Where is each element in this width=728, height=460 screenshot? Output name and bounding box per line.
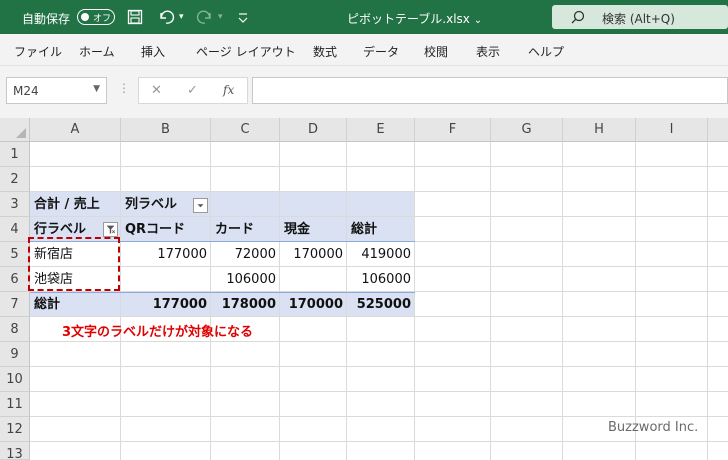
row-header-3[interactable]: 3 xyxy=(0,192,30,217)
toggle-knob xyxy=(81,13,89,21)
undo-dropdown-icon[interactable]: ▾ xyxy=(179,8,184,26)
row-header-7[interactable]: 7 xyxy=(0,292,30,317)
row-header-12[interactable]: 12 xyxy=(0,417,30,442)
tab-file[interactable]: ファイル xyxy=(14,43,62,60)
select-all-button[interactable] xyxy=(0,118,30,142)
row-labels-filter-button[interactable] xyxy=(103,222,118,237)
cancel-icon[interactable]: ✕ xyxy=(151,83,162,98)
chevron-down-icon: ⌄ xyxy=(473,15,483,26)
column-header-f[interactable]: F xyxy=(415,118,491,142)
watermark: Buzzword Inc. xyxy=(608,420,699,435)
row-header-5[interactable]: 5 xyxy=(0,242,30,267)
document-title[interactable]: ピボットテーブル.xlsx ⌄ xyxy=(347,10,482,27)
pivot-column-labels[interactable]: 列ラベル xyxy=(125,192,177,217)
column-header-c[interactable]: C xyxy=(211,118,280,142)
formula-input[interactable] xyxy=(252,77,728,104)
pivot-total-cell[interactable]: 170000 xyxy=(280,292,343,317)
pivot-cell[interactable]: 170000 xyxy=(280,242,343,267)
pivot-total-cell[interactable]: 177000 xyxy=(121,292,207,317)
row-header-2[interactable]: 2 xyxy=(0,167,30,192)
row-header-10[interactable]: 10 xyxy=(0,367,30,392)
gridline xyxy=(30,366,728,367)
gridline xyxy=(562,142,563,460)
gridline xyxy=(30,416,728,417)
tab-data[interactable]: データ xyxy=(363,43,399,60)
column-header-d[interactable]: D xyxy=(280,118,347,142)
highlight-box xyxy=(28,237,120,291)
tab-help[interactable]: ヘルプ xyxy=(528,43,564,60)
pivot-cell[interactable]: 106000 xyxy=(211,267,276,292)
search-label: 検索 (Alt+Q) xyxy=(602,12,675,26)
pivot-col-header-total[interactable]: 総計 xyxy=(351,217,377,242)
select-all-icon xyxy=(16,128,26,138)
column-header-e[interactable]: E xyxy=(347,118,415,142)
tab-home[interactable]: ホーム xyxy=(79,43,115,60)
ribbon-tabs: ファイル ホーム 挿入 ページ レイアウト 数式 データ 校閲 表示 ヘルプ xyxy=(0,34,728,66)
gridline xyxy=(414,142,415,460)
tab-view[interactable]: 表示 xyxy=(476,43,500,60)
pivot-col-header-qr[interactable]: QRコード xyxy=(125,217,185,242)
pivot-value-label[interactable]: 合計 / 売上 xyxy=(34,192,100,217)
pivot-col-header-card[interactable]: カード xyxy=(215,217,254,242)
name-box-dropdown-icon[interactable]: ▼ xyxy=(93,84,100,94)
pivot-cell[interactable]: 72000 xyxy=(211,242,276,267)
name-box-value: M24 xyxy=(13,84,39,98)
redo-dropdown-icon[interactable]: ▾ xyxy=(218,8,223,26)
column-header-i[interactable]: I xyxy=(636,118,708,142)
pivot-total-cell[interactable]: 525000 xyxy=(347,292,411,317)
redo-icon[interactable] xyxy=(196,8,214,26)
row-header-4[interactable]: 4 xyxy=(0,217,30,242)
formula-bar: M24 ▼ ⋮ ✕ ✓ fx xyxy=(0,66,728,118)
gridline xyxy=(30,166,728,167)
autosave-state: オフ xyxy=(93,14,112,24)
tab-page-layout[interactable]: ページ レイアウト xyxy=(196,43,296,60)
column-header-j[interactable] xyxy=(708,118,728,142)
spreadsheet-grid[interactable]: A B C D E F G H I 1 2 3 4 5 6 7 8 9 10 1… xyxy=(0,118,728,460)
save-icon[interactable] xyxy=(127,8,143,26)
annotation-text: 3文字のラベルだけが対象になる xyxy=(62,325,254,340)
tab-formulas[interactable]: 数式 xyxy=(313,43,337,60)
column-labels-dropdown-button[interactable] xyxy=(193,198,208,213)
customize-toolbar-icon[interactable] xyxy=(237,8,249,26)
row-header-11[interactable]: 11 xyxy=(0,392,30,417)
row-header-8[interactable]: 8 xyxy=(0,317,30,342)
pivot-total-label[interactable]: 総計 xyxy=(34,292,60,317)
formula-buttons: ✕ ✓ fx xyxy=(138,77,248,104)
pivot-cell[interactable]: 419000 xyxy=(347,242,411,267)
tab-review[interactable]: 校閲 xyxy=(424,43,448,60)
pivot-cell[interactable] xyxy=(280,267,343,292)
name-box[interactable]: M24 ▼ xyxy=(6,77,107,104)
gridline xyxy=(30,441,728,442)
title-bar: 自動保存 オフ ▾ ▾ ピボットテーブル.xlsx ⌄ 検索 (Alt+Q) xyxy=(0,0,728,34)
pivot-cell[interactable]: 177000 xyxy=(121,242,207,267)
formula-bar-grip-icon[interactable]: ⋮ xyxy=(118,81,130,95)
row-header-1[interactable]: 1 xyxy=(0,142,30,167)
enter-icon[interactable]: ✓ xyxy=(187,83,198,98)
insert-function-icon[interactable]: fx xyxy=(223,83,234,97)
row-header-9[interactable]: 9 xyxy=(0,342,30,367)
column-header-h[interactable]: H xyxy=(563,118,636,142)
search-icon xyxy=(571,10,585,24)
pivot-cell[interactable]: 106000 xyxy=(347,267,411,292)
autosave-toggle[interactable]: オフ xyxy=(77,9,115,25)
column-header-b[interactable]: B xyxy=(121,118,211,142)
gridline xyxy=(30,341,728,342)
gridline xyxy=(707,142,708,460)
gridline xyxy=(490,142,491,460)
undo-icon[interactable] xyxy=(157,8,175,26)
file-name: ピボットテーブル.xlsx xyxy=(347,12,470,26)
pivot-cell[interactable] xyxy=(121,267,207,292)
row-header-6[interactable]: 6 xyxy=(0,267,30,292)
autosave-label: 自動保存 xyxy=(22,12,71,26)
gridline xyxy=(30,391,728,392)
column-header-a[interactable]: A xyxy=(30,118,121,142)
column-header-g[interactable]: G xyxy=(491,118,563,142)
row-header-13[interactable]: 13 xyxy=(0,442,30,460)
tab-insert[interactable]: 挿入 xyxy=(141,43,165,60)
gridline xyxy=(635,142,636,460)
pivot-total-cell[interactable]: 178000 xyxy=(211,292,276,317)
pivot-col-header-cash[interactable]: 現金 xyxy=(284,217,310,242)
search-box[interactable]: 検索 (Alt+Q) xyxy=(552,5,728,29)
